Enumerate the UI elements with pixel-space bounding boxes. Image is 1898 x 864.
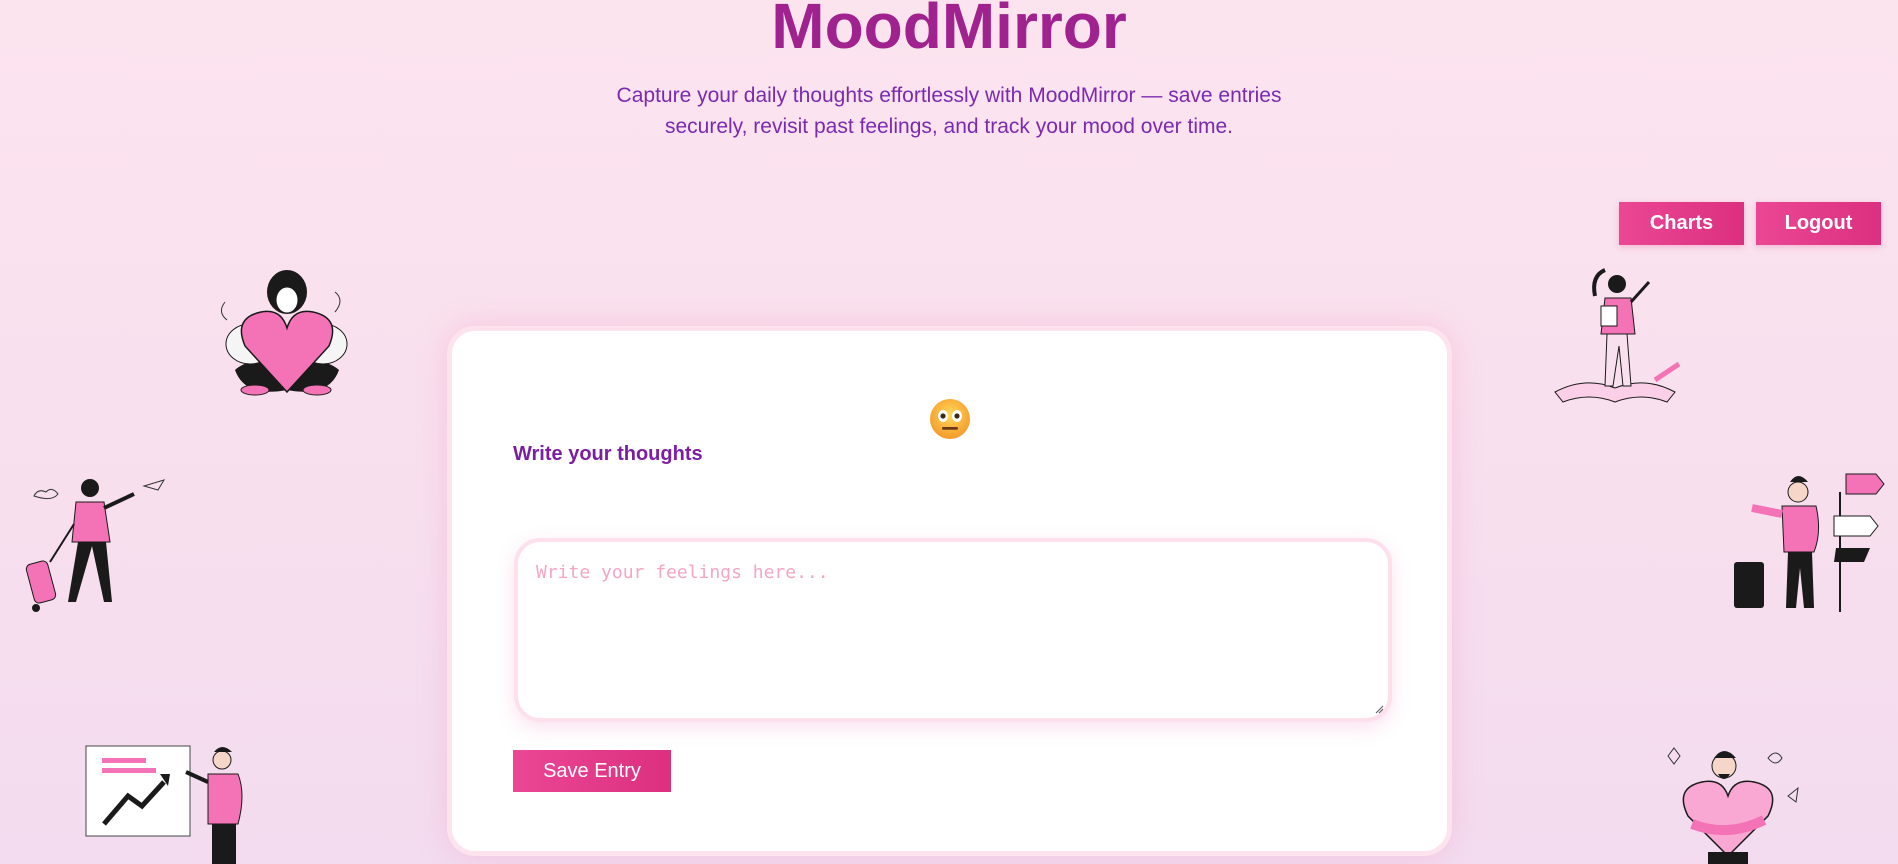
write-thoughts-label: Write your thoughts bbox=[513, 443, 703, 465]
charts-button[interactable]: Charts bbox=[1619, 202, 1744, 245]
man-hugging-heart-illustration bbox=[1667, 747, 1799, 864]
save-entry-button[interactable]: Save Entry bbox=[513, 750, 671, 792]
resize-handle-icon[interactable] bbox=[1374, 704, 1384, 714]
app-title: MoodMirror bbox=[771, 0, 1127, 62]
presenter-with-chart-illustration bbox=[85, 745, 243, 864]
neutral-face-icon bbox=[930, 399, 970, 439]
logout-button[interactable]: Logout bbox=[1756, 202, 1881, 245]
girl-on-book-illustration bbox=[1554, 268, 1681, 403]
man-with-signpost-illustration bbox=[1734, 473, 1885, 612]
app-subtitle: Capture your daily thoughts effortlessly… bbox=[616, 84, 1282, 138]
feelings-textarea-wrapper bbox=[514, 538, 1392, 722]
woman-hugging-heart-illustration bbox=[221, 270, 348, 396]
feelings-textarea[interactable] bbox=[518, 542, 1388, 718]
traveler-with-suitcase-illustration bbox=[25, 479, 166, 612]
